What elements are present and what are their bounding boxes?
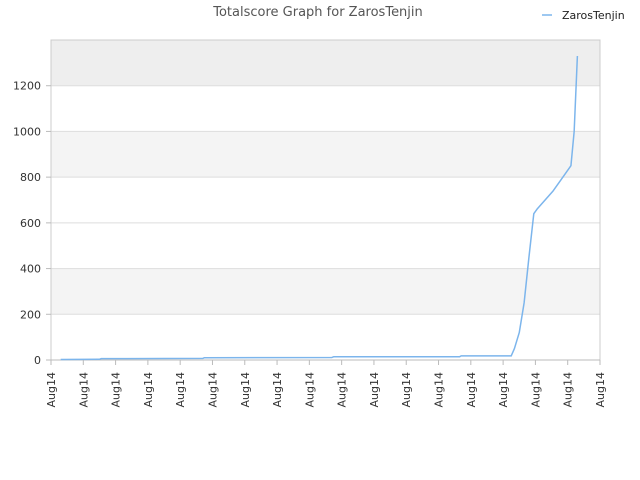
x-tick-label: Aug14 xyxy=(239,372,252,407)
y-tick-label: 400 xyxy=(20,263,41,276)
legend-label: ZarosTenjin xyxy=(562,9,625,22)
y-tick-label: 0 xyxy=(34,354,41,367)
x-tick-label: Aug14 xyxy=(497,372,510,407)
y-tick-label: 800 xyxy=(20,171,41,184)
x-tick-label: Aug14 xyxy=(142,372,155,407)
x-tick-label: Aug14 xyxy=(110,372,123,407)
chart-title: Totalscore Graph for ZarosTenjin xyxy=(212,5,423,20)
x-tick-label: Aug14 xyxy=(368,372,381,407)
x-tick-label: Aug14 xyxy=(271,372,284,407)
y-tick-label: 600 xyxy=(20,217,41,230)
y-tick-label: 1000 xyxy=(13,125,41,138)
totalscore-chart: Totalscore Graph for ZarosTenjin ZarosTe… xyxy=(13,5,625,407)
plot-band xyxy=(51,131,600,178)
x-tick-label: Aug14 xyxy=(400,372,413,407)
plot-band xyxy=(51,268,600,315)
x-tick-label: Aug14 xyxy=(562,372,575,407)
plot-band xyxy=(51,40,600,86)
x-tick-label: Aug14 xyxy=(529,372,542,407)
x-tick-label: Aug14 xyxy=(433,372,446,407)
y-tick-label: 200 xyxy=(20,308,41,321)
x-tick-label: Aug14 xyxy=(465,372,478,407)
legend[interactable]: ZarosTenjin xyxy=(542,9,625,22)
x-tick-label: Aug14 xyxy=(336,372,349,407)
y-tick-label: 1200 xyxy=(13,80,41,93)
x-tick-label: Aug14 xyxy=(174,372,187,407)
x-tick-label: Aug14 xyxy=(45,372,58,407)
x-axis-ticks: Aug14 Aug14 Aug14 Aug14 Aug14 Aug14 Aug14 Aug14… xyxy=(45,360,607,407)
x-tick-label: Aug14 xyxy=(206,372,219,407)
y-axis-ticks: 0 200 400 600 800 1000 1200 xyxy=(13,80,51,367)
x-tick-label: Aug14 xyxy=(594,372,607,407)
x-tick-label: Aug14 xyxy=(303,372,316,407)
x-tick-label: Aug14 xyxy=(77,372,90,407)
